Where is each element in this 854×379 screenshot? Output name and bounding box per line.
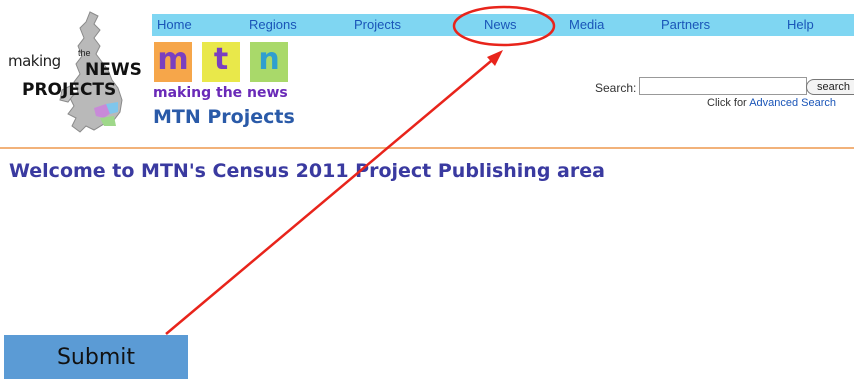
logo-projects-text: PROJECTS xyxy=(22,80,117,100)
logo-making-text: making xyxy=(8,52,61,70)
nav-item-partners[interactable]: Partners xyxy=(661,17,710,32)
page-heading: Welcome to MTN's Census 2011 Project Pub… xyxy=(9,160,605,182)
mtn-letter-t: t xyxy=(202,42,240,82)
nav-item-news[interactable]: News xyxy=(484,17,517,32)
advanced-search-prefix: Click for xyxy=(707,97,750,109)
nav-item-regions[interactable]: Regions xyxy=(249,17,297,32)
top-nav-bar: Home Regions Projects News Media Partner… xyxy=(152,14,854,36)
search-input[interactable] xyxy=(639,77,807,95)
mtn-letter-n: n xyxy=(250,42,288,82)
mtn-letter-m: m xyxy=(154,42,192,82)
submit-button[interactable]: Submit xyxy=(4,335,188,379)
header-divider xyxy=(0,147,854,149)
nav-item-projects[interactable]: Projects xyxy=(354,17,401,32)
nav-item-help[interactable]: Help xyxy=(787,17,814,32)
advanced-search-link[interactable]: Advanced Search xyxy=(749,97,836,109)
site-logo[interactable]: making the NEWS PROJECTS xyxy=(0,0,152,150)
search-button[interactable]: search xyxy=(806,79,854,95)
site-title: MTN Projects xyxy=(153,106,295,128)
logo-the-text: the xyxy=(78,48,91,58)
advanced-search-hint: Click for Advanced Search xyxy=(707,97,836,109)
nav-item-media[interactable]: Media xyxy=(569,17,604,32)
mtn-tagline: making the news xyxy=(153,85,288,101)
nav-item-home[interactable]: Home xyxy=(157,17,192,32)
logo-news-text: NEWS xyxy=(85,60,142,80)
annotation-arrowhead-icon xyxy=(487,50,503,66)
search-label: Search: xyxy=(595,81,637,95)
